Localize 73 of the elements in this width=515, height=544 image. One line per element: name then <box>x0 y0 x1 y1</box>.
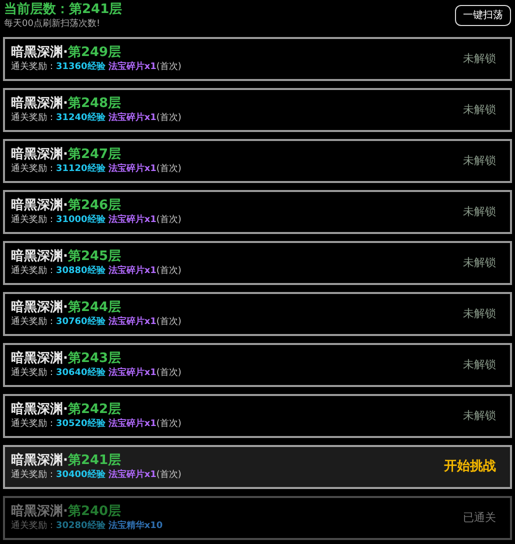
locked-status: 未解锁 <box>463 50 496 67</box>
floor-number: 第243层 <box>68 350 122 367</box>
first-clear-note: (首次) <box>156 367 182 380</box>
reward-label: 通关奖励： <box>11 367 56 380</box>
dungeon-name: 暗黑深渊· <box>11 350 68 367</box>
first-clear-note: (首次) <box>156 61 182 74</box>
item-reward: 法宝碎片x1 <box>108 112 156 125</box>
reward-label: 通关奖励： <box>11 469 56 482</box>
locked-status: 未解锁 <box>463 102 496 118</box>
item-reward: 法宝碎片x1 <box>108 316 156 329</box>
floor-number: 第249层 <box>68 44 122 61</box>
start-challenge-button[interactable]: 开始挑战 <box>444 457 496 477</box>
locked-status: 未解锁 <box>463 306 496 322</box>
first-clear-note: (首次) <box>156 112 182 125</box>
exp-reward: 31000经验 <box>56 214 106 227</box>
reward-label: 通关奖励： <box>11 214 56 227</box>
floor-number: 第246层 <box>68 197 122 214</box>
floor-number: 第241层 <box>68 452 122 469</box>
floor-number: 第247层 <box>68 146 122 163</box>
exp-reward: 30400经验 <box>56 469 106 482</box>
exp-reward: 31360经验 <box>56 61 106 74</box>
dungeon-name: 暗黑深渊· <box>11 452 68 469</box>
locked-status: 未解锁 <box>463 204 496 220</box>
floor-number: 第244层 <box>68 299 122 316</box>
floor-number: 第242层 <box>68 401 122 418</box>
dungeon-name: 暗黑深渊· <box>11 44 68 61</box>
reward-label: 通关奖励： <box>11 418 56 431</box>
dungeon-name: 暗黑深渊· <box>11 248 68 265</box>
item-reward: 法宝碎片x1 <box>108 367 156 380</box>
first-clear-note: (首次) <box>156 469 182 482</box>
sweep-button[interactable]: 一键扫荡 <box>455 5 511 26</box>
locked-status: 未解锁 <box>463 356 496 373</box>
exp-reward: 30280经验 <box>56 520 106 533</box>
item-reward: 法宝碎片x1 <box>108 418 156 431</box>
cleared-status: 已通关 <box>463 510 496 526</box>
exp-reward: 30760经验 <box>56 316 106 329</box>
exp-reward: 30520经验 <box>56 418 106 431</box>
exp-reward: 31120经验 <box>56 163 106 176</box>
reward-label: 通关奖励： <box>11 163 56 176</box>
exp-reward: 30640经验 <box>56 367 106 380</box>
reward-label: 通关奖励： <box>11 265 56 278</box>
floor-number: 第245层 <box>68 248 122 265</box>
item-reward: 法宝碎片x1 <box>108 163 156 176</box>
item-reward: 法宝碎片x1 <box>108 469 156 482</box>
first-clear-note: (首次) <box>156 418 182 431</box>
reward-label: 通关奖励： <box>11 112 56 125</box>
locked-status: 未解锁 <box>463 254 496 271</box>
exp-reward: 31240经验 <box>56 112 106 125</box>
dungeon-name: 暗黑深渊· <box>11 299 68 316</box>
item-reward: 法宝碎片x1 <box>108 214 156 227</box>
dungeon-name: 暗黑深渊· <box>11 197 68 214</box>
reward-label: 通关奖励： <box>11 520 56 533</box>
item-reward: 法宝精华x10 <box>108 520 163 533</box>
dungeon-name: 暗黑深渊· <box>11 401 68 418</box>
first-clear-note: (首次) <box>156 163 182 176</box>
locked-status: 未解锁 <box>463 408 496 424</box>
dungeon-name: 暗黑深渊· <box>11 146 68 163</box>
exp-reward: 30880经验 <box>56 265 106 278</box>
floor-number: 第240层 <box>68 503 122 520</box>
dungeon-name: 暗黑深渊· <box>11 503 68 520</box>
item-reward: 法宝碎片x1 <box>108 61 156 74</box>
current-floor-value: 第241层 <box>69 1 122 18</box>
item-reward: 法宝碎片x1 <box>108 265 156 278</box>
first-clear-note: (首次) <box>156 265 182 278</box>
floor-number: 第248层 <box>68 95 122 112</box>
first-clear-note: (首次) <box>156 214 182 227</box>
reward-label: 通关奖励： <box>11 61 56 74</box>
first-clear-note: (首次) <box>156 316 182 329</box>
refresh-hint: 每天00点刷新扫荡次数! <box>4 18 102 30</box>
current-floor-label: 当前层数： <box>4 1 69 18</box>
locked-status: 未解锁 <box>463 152 496 169</box>
reward-label: 通关奖励： <box>11 316 56 329</box>
dungeon-name: 暗黑深渊· <box>11 95 68 112</box>
